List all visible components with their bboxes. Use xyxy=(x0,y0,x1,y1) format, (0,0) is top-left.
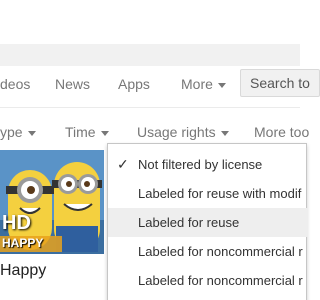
menu-item-reuse[interactable]: Labeled for reuse xyxy=(108,208,308,237)
tool-time[interactable]: Time xyxy=(65,124,109,140)
tool-more-tools[interactable]: More too xyxy=(254,124,309,140)
tool-usage-rights[interactable]: Usage rights xyxy=(137,124,229,140)
chevron-down-icon xyxy=(220,130,229,136)
chevron-down-icon xyxy=(100,130,109,136)
tool-type[interactable]: ype xyxy=(0,124,36,140)
tab-videos-label: deos xyxy=(0,76,31,92)
tab-more-label: More xyxy=(181,76,213,92)
tool-type-label: ype xyxy=(0,124,23,140)
happy-badge: HAPPY xyxy=(2,236,44,250)
tool-usage-rights-label: Usage rights xyxy=(137,124,216,140)
menu-item-not-filtered[interactable]: ✓ Not filtered by license xyxy=(108,150,308,179)
tab-more[interactable]: More xyxy=(181,76,226,92)
header-band xyxy=(0,44,300,66)
search-tools-button[interactable]: Search to xyxy=(240,69,320,97)
checkmark-icon: ✓ xyxy=(117,156,129,172)
hd-badge: HD xyxy=(2,212,31,234)
tool-more-tools-label: More too xyxy=(254,124,310,140)
menu-item-label: Labeled for noncommercial r xyxy=(138,244,303,259)
toolbar-divider xyxy=(0,107,300,108)
menu-item-noncommercial-reuse-modification[interactable]: Labeled for noncommercial r xyxy=(108,237,308,266)
tab-videos[interactable]: deos xyxy=(0,76,30,92)
menu-item-label: Labeled for noncommercial r xyxy=(138,273,303,288)
usage-rights-menu: ✓ Not filtered by license Labeled for re… xyxy=(107,143,308,300)
tab-news-label: News xyxy=(55,76,91,92)
chevron-down-icon xyxy=(217,82,226,88)
menu-item-reuse-with-modification[interactable]: Labeled for reuse with modif xyxy=(108,179,308,208)
menu-item-label: Labeled for reuse with modif xyxy=(138,186,302,201)
tab-apps-label: Apps xyxy=(118,76,150,92)
tool-time-label: Time xyxy=(65,124,96,140)
search-bar-area xyxy=(0,0,300,45)
menu-item-label: Labeled for reuse xyxy=(138,215,240,230)
chevron-down-icon xyxy=(27,130,36,136)
menu-item-noncommercial-reuse[interactable]: Labeled for noncommercial r xyxy=(108,266,308,295)
search-tools-label: Search to xyxy=(250,75,310,91)
menu-item-label: Not filtered by license xyxy=(138,157,263,172)
result-thumbnail[interactable]: HD HAPPY xyxy=(0,150,104,254)
tab-apps[interactable]: Apps xyxy=(118,76,150,92)
result-caption[interactable]: Happy xyxy=(0,262,46,280)
tab-news[interactable]: News xyxy=(55,76,90,92)
